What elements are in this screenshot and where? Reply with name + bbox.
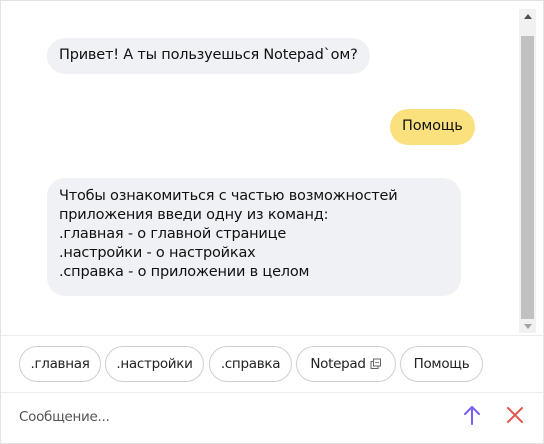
- send-button[interactable]: [460, 405, 484, 429]
- message-line: приложения введи одну из команд:: [59, 207, 329, 223]
- chip-label: .справка: [220, 356, 281, 372]
- suggestion-chip-help[interactable]: Помощь: [400, 346, 483, 382]
- message-input[interactable]: [19, 405, 439, 429]
- bot-message: Чтобы ознакомиться с частью возможностей…: [47, 178, 461, 296]
- message-text: Помощь: [402, 118, 463, 134]
- arrow-up-icon: [462, 404, 482, 430]
- chip-label: .главная: [30, 356, 90, 372]
- message-line: .настройки - о настройках: [59, 245, 256, 261]
- message-composer: [1, 393, 544, 441]
- message-text: Привет! А ты пользуешься Notepad`ом?: [59, 47, 358, 63]
- message-line: .справка - о приложении в целом: [59, 264, 310, 280]
- scroll-up-arrow[interactable]: [519, 9, 536, 23]
- message-scrollbar[interactable]: [519, 9, 536, 333]
- bot-message: Привет! А ты пользуешься Notepad`ом?: [47, 38, 370, 74]
- suggestion-chip-spravka[interactable]: .справка: [209, 346, 292, 382]
- message-line: .главная - о главной странице: [59, 226, 287, 242]
- suggestion-chips: .главная .настройки .справка Notepad Пом…: [1, 346, 544, 382]
- suggestion-chip-notepad[interactable]: Notepad: [296, 346, 396, 382]
- scroll-down-arrow[interactable]: [519, 319, 536, 333]
- chip-label: Notepad: [310, 356, 366, 372]
- chip-label: .настройки: [116, 356, 193, 372]
- scroll-thumb[interactable]: [521, 36, 534, 319]
- message-list: Привет! А ты пользуешься Notepad`ом? Пом…: [1, 1, 521, 334]
- chat-window: Привет! А ты пользуешься Notepad`ом? Пом…: [0, 0, 544, 444]
- suggestion-chip-glavnaya[interactable]: .главная: [19, 346, 101, 382]
- suggestion-chip-nastroyki[interactable]: .настройки: [105, 346, 204, 382]
- close-x-icon: [505, 405, 525, 429]
- user-message: Помощь: [390, 109, 475, 145]
- close-button[interactable]: [503, 405, 527, 429]
- divider: [1, 335, 544, 336]
- chip-label: Помощь: [413, 356, 470, 372]
- message-line: Чтобы ознакомиться с частью возможностей: [59, 188, 398, 204]
- external-link-icon: [370, 358, 382, 370]
